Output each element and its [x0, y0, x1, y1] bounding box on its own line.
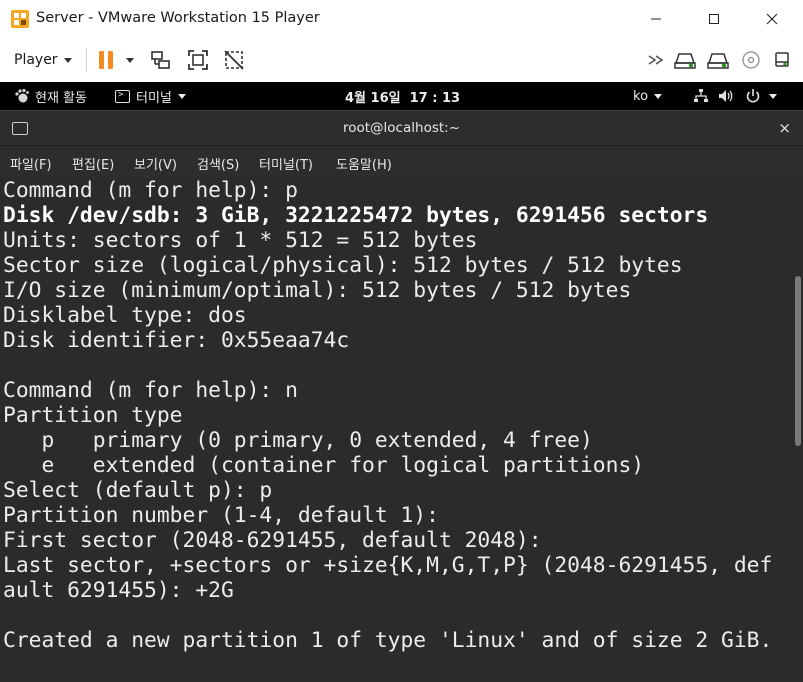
terminal-line: p primary (0 primary, 0 extended, 4 free…	[3, 428, 593, 453]
terminal-output[interactable]: Command (m for help): p Disk /dev/sdb: 3…	[0, 178, 803, 682]
send-ctrl-alt-del-icon	[151, 51, 170, 69]
send-ctrl-alt-del-button[interactable]	[147, 46, 175, 74]
input-method-label: ko	[633, 88, 649, 104]
hard-disk-1-button[interactable]	[671, 46, 699, 74]
player-menu-button[interactable]: Player	[8, 47, 78, 73]
chevron-down-icon	[654, 93, 663, 99]
menu-file[interactable]: 파일(F)	[10, 154, 52, 173]
terminal-line: Command (m for help): p	[3, 178, 298, 203]
player-toolbar: Player	[0, 38, 803, 82]
more-icon	[648, 55, 664, 65]
pause-button[interactable]	[93, 46, 139, 74]
menu-view[interactable]: 보기(V)	[134, 154, 177, 173]
chevron-down-icon	[769, 93, 777, 99]
fit-guest-icon	[188, 50, 208, 70]
clock-label: 4월 16일 17 : 13	[345, 90, 461, 106]
toolbar-divider	[86, 48, 87, 72]
minimize-button[interactable]	[627, 0, 685, 38]
terminal-line: Disklabel type: dos	[3, 303, 247, 328]
cd-dvd-button[interactable]	[737, 46, 765, 74]
close-icon	[766, 13, 778, 25]
menu-search[interactable]: 검색(S)	[197, 154, 239, 173]
gnome-top-bar: 현재 활동 > 터미널 4월 16일 17 : 13 ko	[0, 82, 803, 110]
terminal-close-icon[interactable]: ×	[778, 119, 791, 137]
menu-terminal[interactable]: 터미널(T)	[259, 154, 313, 173]
activities-label: 현재 활동	[35, 90, 87, 106]
guest-display[interactable]: 현재 활동 > 터미널 4월 16일 17 : 13 ko root@local…	[0, 82, 803, 682]
terminal-scrollbar[interactable]	[795, 276, 801, 446]
terminal-line: e extended (container for logical partit…	[3, 453, 645, 478]
terminal-line: ault 6291455): +2G	[3, 578, 234, 603]
usb-button[interactable]	[768, 46, 796, 74]
menu-edit[interactable]: 편집(E)	[72, 154, 114, 173]
app-menu-label: 터미널	[136, 90, 172, 106]
terminal-line: Last sector, +sectors or +size{K,M,G,T,P…	[3, 553, 773, 578]
terminal-line: Disk identifier: 0x55eaa74c	[3, 328, 350, 353]
app-menu-button[interactable]: > 터미널	[115, 88, 186, 106]
hard-disk-icon	[674, 53, 696, 69]
volume-icon	[719, 90, 733, 102]
terminal-menubar: 파일(F) 편집(E) 보기(V) 검색(S) 터미널(T) 도움말(H)	[0, 146, 803, 178]
terminal-headerbar: root@localhost:~ ×	[0, 110, 803, 146]
terminal-line: Command (m for help): n	[3, 378, 298, 403]
maximize-icon	[709, 14, 719, 24]
system-menu-button[interactable]	[693, 88, 777, 104]
unity-icon	[224, 50, 244, 70]
more-devices-button[interactable]	[642, 46, 670, 74]
power-icon	[746, 89, 760, 103]
gnome-foot-icon	[15, 88, 29, 103]
input-method-button[interactable]: ko	[633, 88, 663, 104]
close-button[interactable]	[743, 0, 801, 38]
fit-guest-button[interactable]	[184, 46, 212, 74]
player-menu-label: Player	[14, 52, 58, 68]
pause-icon	[99, 51, 134, 69]
vmware-player-icon	[10, 9, 30, 29]
hard-disk-2-button[interactable]	[704, 46, 732, 74]
terminal-app-icon: >	[115, 89, 130, 103]
network-icon	[694, 89, 708, 102]
terminal-line: Created a new partition 1 of type 'Linux…	[3, 628, 773, 653]
chevron-down-icon	[177, 93, 186, 99]
chevron-down-icon	[63, 57, 72, 63]
clock[interactable]: 4월 16일 17 : 13	[345, 88, 461, 106]
terminal-line: Disk /dev/sdb: 3 GiB, 3221225472 bytes, …	[3, 203, 709, 228]
terminal-line: First sector (2048-6291455, default 2048…	[3, 528, 542, 553]
terminal-line: Partition number (1-4, default 1):	[3, 503, 439, 528]
window-titlebar: Server - VMware Workstation 15 Player	[0, 0, 803, 38]
maximize-button[interactable]	[685, 0, 743, 38]
unity-button[interactable]	[220, 46, 248, 74]
terminal-line: Select (default p): p	[3, 478, 273, 503]
terminal-title: root@localhost:~	[342, 120, 461, 136]
minimize-icon	[651, 18, 661, 20]
terminal-line: Partition type	[3, 403, 183, 428]
usb-icon	[775, 52, 789, 67]
terminal-line: Units: sectors of 1 * 512 = 512 bytes	[3, 228, 478, 253]
terminal-line: Sector size (logical/physical): 512 byte…	[3, 253, 683, 278]
cd-dvd-icon	[742, 51, 760, 69]
menu-help[interactable]: 도움말(H)	[336, 154, 392, 173]
terminal-line: I/O size (minimum/optimal): 512 bytes / …	[3, 278, 632, 303]
activities-button[interactable]: 현재 활동	[14, 88, 87, 106]
window-title: Server - VMware Workstation 15 Player	[36, 10, 320, 26]
hard-disk-icon	[707, 53, 729, 69]
